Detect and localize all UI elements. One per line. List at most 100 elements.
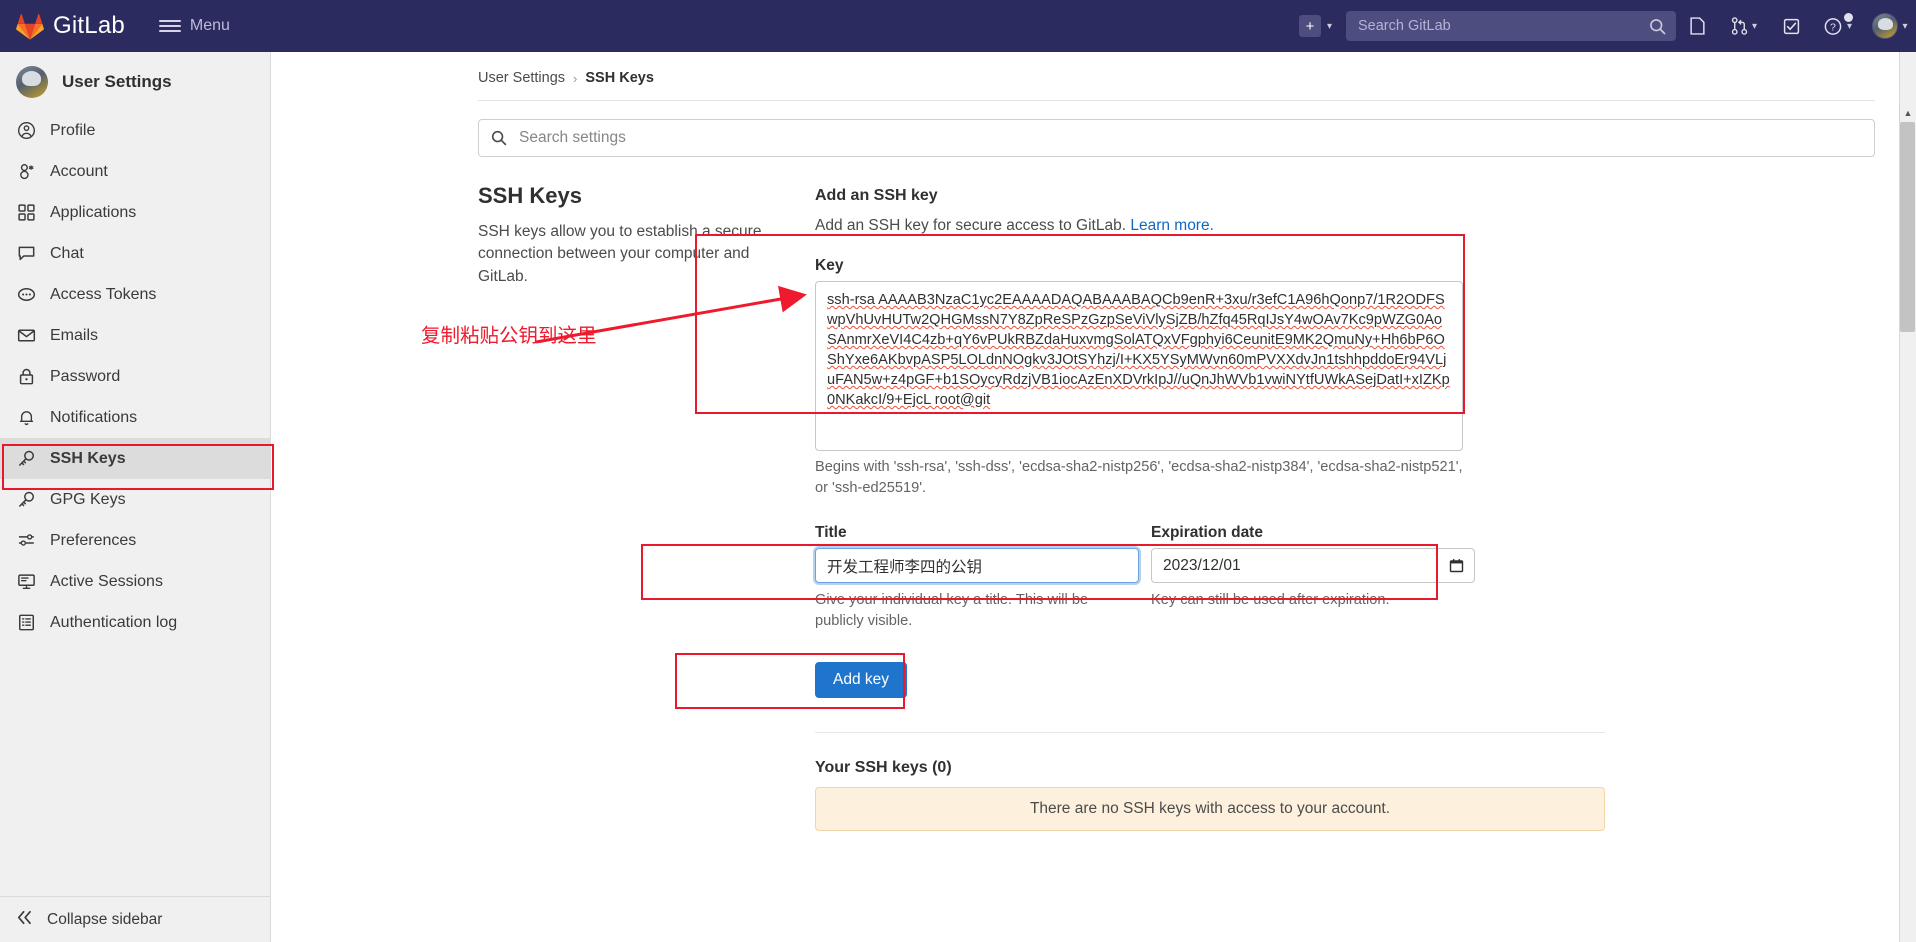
sidebar-item-label: SSH Keys [50,449,126,467]
sidebar-item-password[interactable]: Password [0,356,270,397]
gitlab-logo-icon [16,13,44,40]
sidebar-item-gpg-keys[interactable]: GPG Keys [0,479,270,520]
breadcrumb-parent[interactable]: User Settings [478,70,565,86]
chevron-down-icon: ▾ [1902,20,1908,32]
expiration-field-group: Expiration date Key can still be used af… [1151,524,1475,631]
avatar [1872,13,1899,39]
sidebar-header: User Settings [0,52,270,110]
main-menu-button[interactable]: Menu [158,17,230,35]
global-search-box[interactable] [1346,11,1676,41]
sidebar-item-label: Access Tokens [50,285,157,303]
help-icon[interactable]: ? ▾ [1812,0,1864,52]
sidebar-item-label: Active Sessions [50,572,163,590]
settings-columns: SSH Keys SSH keys allow you to establish… [478,183,1899,831]
page-scrollbar[interactable]: ▲ [1899,52,1916,942]
sidebar-item-emails[interactable]: Emails [0,315,270,356]
sidebar-item-profile[interactable]: Profile [0,110,270,151]
gpg-key-icon [16,490,36,510]
expiration-input-wrapper [1151,548,1475,584]
sidebar-item-label: GPG Keys [50,490,126,508]
global-search-input[interactable] [1356,17,1649,35]
title-expiration-row: Title Give your individual key a title. … [815,524,1615,631]
notifications-bell-icon [16,408,36,428]
form-subtitle: Add an SSH key for secure access to GitL… [815,217,1615,235]
title-field-hint: Give your individual key a title. This w… [815,592,1089,630]
sidebar-item-label: Profile [50,121,96,139]
password-lock-icon [16,367,36,387]
key-field-label: Key [815,257,844,274]
access-tokens-icon [16,285,36,305]
menu-label: Menu [189,17,230,34]
breadcrumb: User Settings › SSH Keys [271,52,1899,86]
form-heading: Add an SSH key [815,187,938,204]
collapse-sidebar-button[interactable]: Collapse sidebar [0,896,270,942]
plus-square-icon: + [1298,15,1321,37]
sidebar-title: User Settings [62,72,172,91]
title-field-label: Title [815,524,847,542]
top-navigation-bar: GitLab Menu + ▾ Search GitLab ▾ ? ▾ ▾ [0,0,1916,52]
search-icon [491,130,507,146]
chevron-down-icon: ▾ [1846,20,1853,32]
title-input[interactable] [815,548,1139,584]
expiration-field-label: Expiration date [1151,524,1263,542]
sidebar-item-label: Emails [50,326,99,344]
sidebar-item-label: Applications [50,203,137,221]
page-description: SSH keys allow you to establish a secure… [478,223,762,285]
user-settings-sidebar: User Settings Profile Account Applicatio… [0,52,271,942]
sidebar-item-access-tokens[interactable]: Access Tokens [0,274,270,315]
sidebar-item-label: Notifications [50,408,138,426]
page-title: SSH Keys [478,183,582,208]
chat-icon [16,244,36,264]
sidebar-item-ssh-keys[interactable]: SSH Keys [0,438,270,479]
authentication-log-icon [16,613,36,633]
merge-requests-icon[interactable]: ▾ [1718,0,1770,52]
ssh-key-textarea[interactable]: ssh-rsa AAAAB3NzaC1yc2EAAAADAQABAAABAQCb… [815,281,1463,451]
sidebar-item-label: Password [50,367,121,385]
section-divider [815,731,1605,733]
sidebar-item-authentication-log[interactable]: Authentication log [0,602,270,643]
ssh-key-icon [16,449,36,469]
sidebar-item-chat[interactable]: Chat [0,233,270,274]
new-item-dropdown[interactable]: + ▾ [1298,15,1332,37]
sidebar-item-active-sessions[interactable]: Active Sessions [0,561,270,602]
ssh-key-value: ssh-rsa AAAAB3NzaC1yc2EAAAADAQABAAABAQCb… [827,292,1450,408]
add-ssh-key-form: Add an SSH key Add an SSH key for secure… [815,183,1615,831]
help-notification-dot [1844,13,1853,22]
settings-search-box[interactable] [478,119,1875,157]
sidebar-item-label: Account [50,162,108,180]
todos-icon[interactable] [1770,0,1812,52]
sidebar-item-notifications[interactable]: Notifications [0,397,270,438]
issues-icon[interactable] [1676,0,1718,52]
applications-icon [16,203,36,223]
chevron-down-icon: ▾ [1326,20,1332,32]
profile-icon [16,121,36,141]
top-nav-right-group: + ▾ ▾ [1298,0,1916,52]
expiration-date-input[interactable] [1151,548,1475,584]
sidebar-item-label: Chat [50,244,84,262]
sidebar-item-applications[interactable]: Applications [0,192,270,233]
form-subtitle-text: Add an SSH key for secure access to GitL… [815,217,1127,234]
add-key-button[interactable]: Add key [815,661,908,698]
breadcrumb-separator-icon: › [573,70,578,86]
chevron-down-icon: ▾ [1751,20,1758,32]
brand-label: GitLab [53,12,125,39]
user-menu-button[interactable]: ▾ [1864,0,1916,52]
gitlab-brand[interactable]: GitLab [16,12,125,40]
collapse-sidebar-label: Collapse sidebar [47,910,163,928]
expiration-field-hint: Key can still be used after expiration. [1151,592,1390,609]
main-content: User Settings › SSH Keys SSH Keys SSH ke… [271,52,1899,942]
scrollbar-thumb[interactable] [1900,122,1915,332]
sidebar-item-account[interactable]: Account [0,151,270,192]
search-icon [1650,18,1666,34]
sidebar-item-preferences[interactable]: Preferences [0,520,270,561]
key-field-hint: Begins with 'ssh-rsa', 'ssh-dss', 'ecdsa… [815,459,1463,496]
breadcrumb-current: SSH Keys [585,70,654,86]
learn-more-link[interactable]: Learn more. [1130,217,1214,234]
settings-search-input[interactable] [517,128,1862,148]
breadcrumb-divider [478,100,1875,101]
scroll-up-arrow[interactable]: ▲ [1899,104,1916,121]
svg-text:?: ? [1830,21,1836,33]
sidebar-item-label: Preferences [50,531,137,549]
hamburger-icon [158,20,181,32]
account-icon [16,162,36,182]
